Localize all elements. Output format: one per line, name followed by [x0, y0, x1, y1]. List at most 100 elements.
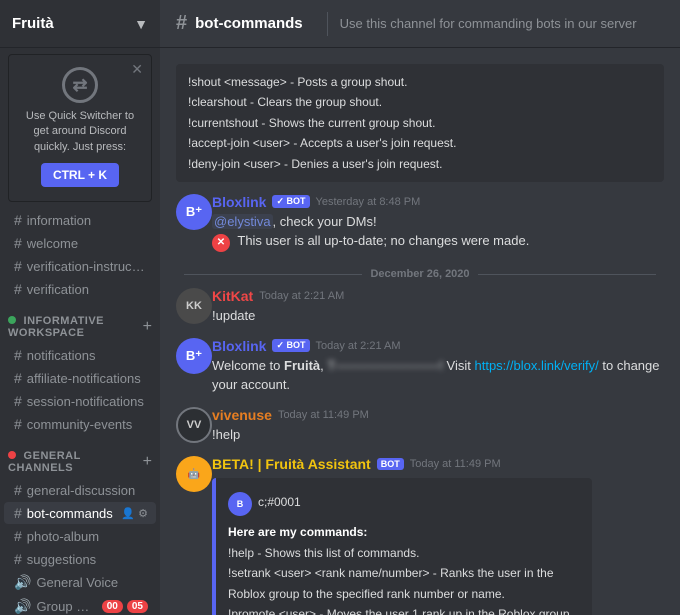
bot-badge: ✓ BOT [272, 195, 309, 208]
channel-label: community-events [27, 417, 148, 432]
error-icon: ✕ [212, 234, 230, 252]
bot-badge: BOT [377, 458, 404, 470]
nested-embed: B c;#0001 [228, 492, 580, 516]
channel-header-name: bot-commands [195, 15, 303, 32]
message-timestamp: Yesterday at 8:48 PM [316, 196, 421, 208]
category-informative-workspace[interactable]: INFORMATIVE WORKSPACE + [0, 301, 160, 343]
channel-label: general-discussion [27, 483, 148, 498]
channel-list: # information # welcome # verification-i… [0, 208, 160, 615]
message-group-kitkat: KK KitKat Today at 2:21 AM !update [176, 288, 664, 326]
sidebar-item-general-voice[interactable]: 🔊 General Voice [4, 571, 156, 594]
message-author: KitKat [212, 288, 253, 304]
avatar: KK [176, 288, 212, 324]
hash-icon: # [14, 505, 22, 521]
hash-icon: # [14, 482, 22, 498]
message-content: Bloxlink ✓ BOT Yesterday at 8:48 PM @ely… [212, 194, 664, 253]
message-author: BETA! | Fruità Assistant [212, 456, 371, 472]
verify-link[interactable]: https://blox.link/verify/ [475, 358, 599, 373]
channel-label: welcome [27, 236, 148, 251]
command-line: !clearshout - Clears the group shout. [188, 92, 652, 112]
add-channel-icon[interactable]: + [143, 318, 152, 336]
command-line: !deny-join <user> - Denies a user's join… [188, 154, 652, 174]
embed-line: !setrank <user> <rank name/number> - Ran… [228, 566, 554, 600]
message-text-suffix: , check your DMs! [273, 214, 377, 229]
server-name-inline: Fruità [284, 358, 320, 373]
embed-prefix-label: c;#0001 [258, 492, 301, 512]
sidebar-item-general-discussion[interactable]: # general-discussion [4, 479, 156, 501]
message-text: !help [212, 425, 664, 445]
avatar: VV [176, 407, 212, 443]
channel-label: suggestions [27, 552, 148, 567]
quick-switcher-icon: ⇄ [19, 67, 141, 103]
sidebar-item-verification[interactable]: # verification [4, 278, 156, 300]
sidebar-item-information[interactable]: # information [4, 209, 156, 231]
message-text: Welcome to Fruità, T————————! Visit http… [212, 356, 664, 395]
close-icon[interactable]: ✕ [131, 61, 143, 78]
channel-label: Group Chat #1 [36, 599, 97, 614]
channel-label: General Voice [36, 575, 148, 590]
sidebar: Fruità ▼ ✕ ⇄ Use Quick Switcher to get a… [0, 0, 160, 615]
channel-label: verification [27, 282, 148, 297]
message-text: @elystiva, check your DMs! [212, 212, 664, 232]
command-line: !currentshout - Shows the current group … [188, 113, 652, 133]
embed-content: Here are my commands: !help - Shows this… [228, 522, 580, 615]
server-name: Fruità [12, 15, 54, 32]
channel-action-icons: 👤 ⚙ [121, 507, 148, 520]
message-header: KitKat Today at 2:21 AM [212, 288, 664, 304]
channel-label: bot-commands [27, 506, 120, 521]
quick-switcher-button[interactable]: CTRL + K [41, 163, 119, 187]
message-timestamp: Today at 2:21 AM [259, 290, 344, 302]
embed-title: Here are my commands: [228, 525, 367, 539]
avatar: 🤖 [176, 456, 212, 492]
sidebar-item-photo-album[interactable]: # photo-album [4, 525, 156, 547]
message-content: Bloxlink ✓ BOT Today at 2:21 AM Welcome … [212, 338, 664, 395]
channel-label: affiliate-notifications [27, 371, 148, 386]
avatar: B⁺ [176, 338, 212, 374]
command-line: !accept-join <user> - Accepts a user's j… [188, 133, 652, 153]
server-header[interactable]: Fruità ▼ [0, 0, 160, 48]
sidebar-item-notifications[interactable]: # notifications [4, 344, 156, 366]
message-author: Bloxlink [212, 194, 266, 210]
sidebar-item-group-chat-1[interactable]: 🔊 Group Chat #1 00 05 [4, 595, 156, 615]
hash-icon: # [14, 370, 22, 386]
message-timestamp: Today at 2:21 AM [316, 340, 401, 352]
category-general-channels[interactable]: GENERAL CHANNELS + [0, 436, 160, 478]
sidebar-item-affiliate-notifications[interactable]: # affiliate-notifications [4, 367, 156, 389]
main-content: # bot-commands Use this channel for comm… [160, 0, 680, 615]
category-dot-pink [8, 451, 16, 459]
message-timestamp: Today at 11:49 PM [410, 458, 501, 470]
sidebar-item-suggestions[interactable]: # suggestions [4, 548, 156, 570]
avatar: B⁺ [176, 194, 212, 230]
nested-avatar: B [228, 492, 252, 516]
sidebar-item-bot-commands[interactable]: # bot-commands 👤 ⚙ [4, 502, 156, 524]
badge-count: 05 [127, 600, 148, 613]
message-header: Bloxlink ✓ BOT Yesterday at 8:48 PM [212, 194, 664, 210]
quick-switcher-popup: ✕ ⇄ Use Quick Switcher to get around Dis… [8, 54, 152, 202]
message-content: BETA! | Fruità Assistant BOT Today at 11… [212, 456, 664, 615]
hash-icon: # [14, 393, 22, 409]
message-group-bloxlink-2: B⁺ Bloxlink ✓ BOT Today at 2:21 AM Welco… [176, 338, 664, 395]
category-label: GENERAL CHANNELS [8, 450, 143, 474]
messages-container[interactable]: !shout <message> - Posts a group shout. … [160, 48, 680, 615]
sidebar-item-community-events[interactable]: # community-events [4, 413, 156, 435]
sidebar-item-verification-instructions[interactable]: # verification-instructions [4, 255, 156, 277]
hash-icon: # [14, 281, 22, 297]
date-divider: December 26, 2020 [176, 268, 664, 280]
message-text: !update [212, 306, 664, 326]
hash-icon: # [14, 528, 22, 544]
add-channel-icon[interactable]: + [143, 453, 152, 471]
person-icon: 👤 [121, 507, 135, 520]
hash-icon: # [14, 347, 22, 363]
gear-icon[interactable]: ⚙ [138, 507, 148, 520]
chevron-down-icon: ▼ [134, 16, 148, 32]
message-group-beta: 🤖 BETA! | Fruità Assistant BOT Today at … [176, 456, 664, 615]
channel-header: # bot-commands Use this channel for comm… [160, 0, 680, 48]
hash-icon: # [14, 416, 22, 432]
quick-switcher-text: Use Quick Switcher to get around Discord… [19, 109, 141, 155]
badge-count: 00 [102, 600, 123, 613]
header-hash-icon: # [176, 12, 187, 35]
message-header: Bloxlink ✓ BOT Today at 2:21 AM [212, 338, 664, 354]
sidebar-item-session-notifications[interactable]: # session-notifications [4, 390, 156, 412]
bot-badge: ✓ BOT [272, 339, 309, 352]
sidebar-item-welcome[interactable]: # welcome [4, 232, 156, 254]
